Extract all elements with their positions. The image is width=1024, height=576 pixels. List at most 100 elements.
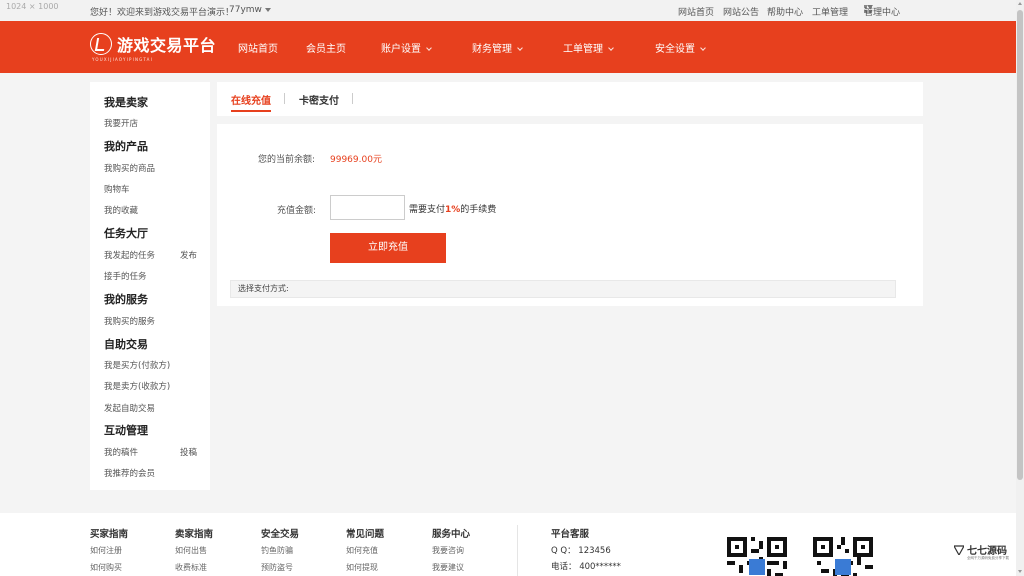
nav-account[interactable]: 账户设置 [381, 40, 432, 55]
fee-note: 需要支付1%的手续费 [409, 202, 496, 215]
sidebar-heading-tasks: 任务大厅 [104, 227, 148, 240]
footer-divider [517, 525, 518, 576]
footer-heading-support: 平台客服 [551, 529, 590, 540]
sidebar-item-seller[interactable]: 我是卖方(收款方) [104, 380, 170, 392]
tab-separator [284, 93, 285, 104]
payment-method-bar: 选择支付方式: [230, 280, 896, 298]
sidebar-heading-seller: 我是卖家 [104, 96, 148, 109]
fee-rate: 1% [445, 205, 461, 215]
scroll-up-icon[interactable] [1018, 2, 1022, 5]
tab-card-payment[interactable]: 卡密支付 [299, 92, 339, 107]
recharge-panel: 您的当前余额: 99969.00元 充值金额: 需要支付1%的手续费 立即充值 … [217, 124, 923, 306]
footer-link[interactable]: 收费标准 [175, 562, 207, 573]
welcome-text: 您好！欢迎来到游戏交易平台演示！ [90, 8, 235, 18]
footer-link[interactable]: 我要建议 [432, 562, 464, 573]
footer-heading-service: 服务中心 [432, 529, 471, 540]
main-nav: 游戏交易平台 YOUXIJIAOYIPINGTAI 网站首页 会员主页 账户设置… [0, 21, 1016, 73]
sidebar-item-open-shop[interactable]: 我要开店 [104, 117, 138, 129]
footer-link[interactable]: 如何出售 [175, 545, 207, 556]
logo[interactable]: 游戏交易平台 YOUXIJIAOYIPINGTAI [90, 32, 216, 64]
sidebar-item-manuscripts[interactable]: 我的稿件 [104, 446, 138, 458]
top-link-notice[interactable]: 网站公告 [723, 5, 759, 18]
sidebar-item-my-tasks[interactable]: 我发起的任务 [104, 249, 155, 261]
footer-heading-faq: 常见问题 [346, 529, 385, 540]
brand-subtext: 全网千万源码免费分享下载 [967, 556, 1009, 560]
amount-label: 充值金额: [277, 206, 317, 216]
footer-link[interactable]: 预防盗号 [261, 562, 293, 573]
nav-label: 会员主页 [306, 44, 346, 55]
footer-link[interactable]: 钓鱼防骗 [261, 545, 293, 556]
nav-label: 工单管理 [563, 44, 603, 55]
nav-security[interactable]: 安全设置 [655, 40, 706, 55]
support-phone: 电话： 400****** [551, 562, 621, 572]
nav-member[interactable]: 会员主页 [306, 40, 346, 55]
active-tab-indicator [231, 110, 271, 112]
footer-link[interactable]: 我要咨询 [432, 545, 464, 556]
sidebar-heading-products: 我的产品 [104, 140, 148, 153]
footer-link[interactable]: 如何购买 [90, 562, 122, 573]
brand-logo-icon [954, 545, 964, 555]
footer-heading-safety: 安全交易 [261, 529, 300, 540]
footer-heading-buyer: 买家指南 [90, 529, 129, 540]
amount-input[interactable] [330, 195, 405, 220]
user-menu[interactable]: 77ymw [229, 5, 271, 15]
fee-prefix: 需要支付 [409, 205, 446, 215]
fee-suffix: 的手续费 [460, 205, 497, 215]
footer: 买家指南 如何注册 如何购买 卖家指南 如何出售 收费标准 安全交易 钓鱼防骗 … [0, 513, 1016, 576]
tab-separator [352, 93, 353, 104]
balance-label: 您的当前余额: [258, 155, 316, 165]
sidebar-item-referrals[interactable]: 我推荐的会员 [104, 467, 155, 479]
tab-bar: 在线充值 卡密支付 [217, 82, 923, 116]
support-qq: Q Q： 123456 [551, 546, 611, 556]
brand-text: 七七源码 [967, 546, 1007, 557]
chevron-down-icon [426, 45, 432, 51]
nav-home[interactable]: 网站首页 [238, 40, 278, 55]
sidebar-item-publish[interactable]: 发布 [180, 249, 197, 261]
footer-link[interactable]: 如何充值 [346, 545, 378, 556]
sidebar-item-cart[interactable]: 购物车 [104, 183, 130, 195]
sidebar-item-start-trade[interactable]: 发起自助交易 [104, 402, 155, 414]
qr-code-icon [727, 537, 787, 576]
top-link-home[interactable]: 网站首页 [678, 5, 714, 18]
footer-heading-seller: 卖家指南 [175, 529, 214, 540]
caret-down-icon [264, 7, 271, 12]
nav-label: 安全设置 [655, 44, 695, 55]
chevron-down-icon [608, 45, 614, 51]
footer-link[interactable]: 如何提现 [346, 562, 378, 573]
footer-link[interactable]: 如何注册 [90, 545, 122, 556]
qr-code-icon [813, 537, 873, 576]
sidebar-item-favorites[interactable]: 我的收藏 [104, 204, 138, 216]
logo-subtext: YOUXIJIAOYIPINGTAI [92, 57, 153, 62]
chevron-down-icon [517, 45, 523, 51]
payment-method-label: 选择支付方式: [238, 284, 289, 293]
sidebar-heading-interaction: 互动管理 [104, 424, 148, 437]
recharge-submit-button[interactable]: 立即充值 [330, 233, 446, 263]
dimensions-overlay: 1024 × 1000 [6, 2, 59, 11]
logo-mark-icon [90, 33, 112, 55]
sidebar-heading-services: 我的服务 [104, 293, 148, 306]
scroll-thumb[interactable] [1017, 10, 1023, 480]
page-scrollbar[interactable] [1016, 0, 1024, 576]
nav-label: 网站首页 [238, 44, 278, 55]
top-bar: 1024 × 1000 您好！欢迎来到游戏交易平台演示！ 77ymw 网站首页 … [0, 0, 1016, 21]
top-link-help[interactable]: 帮助中心 [767, 5, 803, 18]
nav-tickets[interactable]: 工单管理 [563, 40, 614, 55]
sidebar-item-purchased[interactable]: 我购买的商品 [104, 162, 155, 174]
sidebar-item-bought-services[interactable]: 我购买的服务 [104, 315, 155, 327]
tab-online-recharge[interactable]: 在线充值 [231, 92, 271, 107]
chevron-down-icon [700, 45, 706, 51]
username: 77ymw [229, 5, 262, 15]
caret-down-icon [867, 5, 873, 9]
logo-text: 游戏交易平台 [117, 36, 217, 55]
nav-label: 财务管理 [472, 44, 512, 55]
sidebar: 我是卖家 我要开店 我的产品 我购买的商品 购物车 我的收藏 任务大厅 我发起的… [90, 82, 210, 490]
sidebar-item-buyer[interactable]: 我是买方(付款方) [104, 359, 170, 371]
sidebar-item-submit[interactable]: 投稿 [180, 446, 197, 458]
sidebar-item-accepted-tasks[interactable]: 接手的任务 [104, 270, 147, 282]
balance-value: 99969.00元 [330, 155, 382, 165]
scroll-down-icon[interactable] [1018, 570, 1022, 573]
top-link-tickets[interactable]: 工单管理 [812, 5, 848, 18]
nav-finance[interactable]: 财务管理 [472, 40, 523, 55]
sidebar-heading-self-trade: 自助交易 [104, 338, 148, 351]
nav-label: 账户设置 [381, 44, 421, 55]
